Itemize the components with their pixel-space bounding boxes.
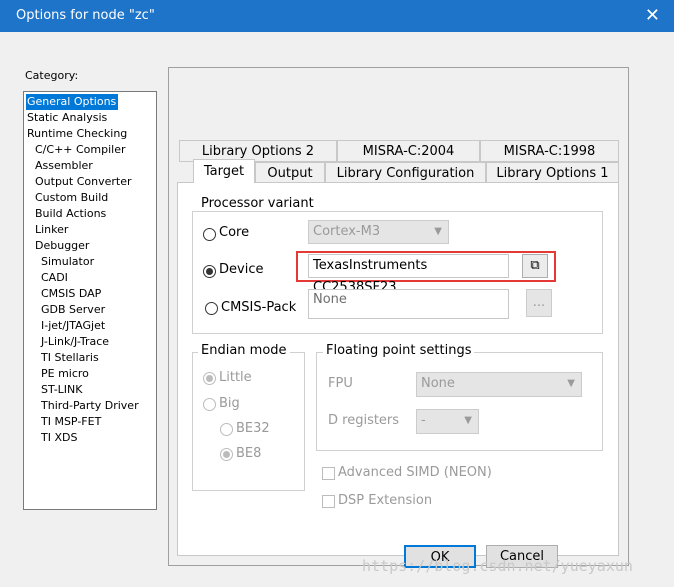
category-item[interactable]: Runtime Checking — [26, 126, 129, 142]
category-item[interactable]: Build Actions — [34, 206, 108, 222]
category-item[interactable]: General Options — [26, 94, 119, 110]
big-radio[interactable] — [203, 398, 216, 411]
category-item[interactable]: CMSIS DAP — [40, 286, 103, 302]
watermark: https://blog.csdn.net/yueyaxun — [362, 557, 633, 575]
cmsis-pack-value: None — [313, 292, 347, 307]
little-label: Little — [219, 370, 252, 385]
core-value: Cortex-M3 — [313, 224, 381, 239]
cmsis-pack-field[interactable]: None — [308, 289, 509, 319]
category-item[interactable]: C/C++ Compiler — [34, 142, 128, 158]
window-title: Options for node "zc" — [16, 8, 155, 23]
category-item[interactable]: CADI — [40, 270, 70, 286]
category-item[interactable]: GDB Server — [40, 302, 107, 318]
category-item[interactable]: Third-Party Driver — [40, 398, 141, 414]
floating-point-group — [316, 352, 603, 451]
d-registers-label: D registers — [328, 413, 400, 428]
be8-radio[interactable] — [220, 448, 233, 461]
category-item[interactable]: TI MSP-FET — [40, 414, 103, 430]
core-radio[interactable] — [203, 228, 216, 241]
category-item[interactable]: Static Analysis — [26, 110, 109, 126]
category-item[interactable]: I-jet/JTAGjet — [40, 318, 107, 334]
category-item[interactable]: Simulator — [40, 254, 96, 270]
category-item[interactable]: J-Link/J-Trace — [40, 334, 111, 350]
be32-radio[interactable] — [220, 423, 233, 436]
category-item[interactable]: TI XDS — [40, 430, 79, 446]
tab-library-options-1[interactable]: Library Options 1 — [486, 162, 619, 184]
dsp-extension-label: DSP Extension — [338, 493, 433, 508]
tab-label: Library Options 2 — [201, 144, 315, 159]
device-field[interactable]: TexasInstruments CC2538SF23 — [308, 254, 509, 295]
cmsis-pack-label: CMSIS-Pack — [221, 300, 297, 315]
category-label: Category: — [25, 69, 79, 82]
endian-mode-title: Endian mode — [198, 343, 290, 358]
category-item[interactable]: Output Converter — [34, 174, 134, 190]
category-item[interactable]: TI Stellaris — [40, 350, 101, 366]
category-item[interactable]: Linker — [34, 222, 70, 238]
chevron-down-icon: ▼ — [567, 378, 575, 389]
be8-label: BE8 — [236, 446, 262, 461]
device-browse-button[interactable]: ⧉ — [522, 254, 548, 278]
tab-label: Output — [267, 166, 313, 181]
tab-library-configuration[interactable]: Library Configuration — [325, 162, 486, 184]
device-select-icon: ⧉ — [530, 258, 540, 273]
big-label: Big — [219, 396, 240, 411]
title-bar: Options for node "zc" ✕ — [0, 0, 674, 32]
fpu-label: FPU — [328, 376, 353, 391]
tab-label: Library Options 1 — [496, 166, 609, 181]
tab-label: Target — [203, 164, 245, 179]
cmsis-pack-radio[interactable] — [205, 302, 218, 315]
d-registers-value: - — [421, 413, 426, 428]
device-radio[interactable] — [203, 265, 216, 278]
category-item[interactable]: Assembler — [34, 158, 95, 174]
tab-label: Library Configuration — [336, 166, 475, 181]
tab-label: MISRA-C:1998 — [503, 144, 596, 159]
category-item[interactable]: PE micro — [40, 366, 91, 382]
core-combo[interactable]: Cortex-M3 ▼ — [308, 220, 449, 244]
little-radio[interactable] — [203, 372, 216, 385]
advanced-simd-checkbox[interactable] — [322, 467, 335, 480]
dsp-extension-checkbox[interactable] — [322, 495, 335, 508]
category-item[interactable]: Custom Build — [34, 190, 110, 206]
core-label: Core — [219, 225, 250, 240]
chevron-down-icon: ▼ — [464, 415, 472, 426]
processor-variant-title: Processor variant — [198, 196, 317, 211]
device-label: Device — [219, 262, 264, 277]
chevron-down-icon: ▼ — [434, 226, 442, 237]
advanced-simd-label: Advanced SIMD (NEON) — [338, 465, 492, 480]
tab-output[interactable]: Output — [255, 162, 325, 184]
tab-misra-2004[interactable]: MISRA-C:2004 — [337, 140, 480, 162]
cmsis-browse-button[interactable]: ... — [526, 289, 552, 317]
d-registers-combo[interactable]: - ▼ — [416, 409, 479, 434]
tab-label: MISRA-C:2004 — [362, 144, 455, 159]
fpu-combo[interactable]: None ▼ — [416, 372, 582, 397]
category-item[interactable]: ST-LINK — [40, 382, 84, 398]
tab-misra-1998[interactable]: MISRA-C:1998 — [480, 140, 619, 162]
ellipsis-label: ... — [532, 295, 546, 310]
category-list[interactable]: General Options Static Analysis Runtime Ch… — [23, 91, 157, 510]
floating-point-title: Floating point settings — [323, 343, 475, 358]
category-item[interactable]: Debugger — [34, 238, 91, 254]
be32-label: BE32 — [236, 421, 270, 436]
fpu-value: None — [421, 376, 455, 391]
dialog-body: Category: General Options Static Analysis… — [0, 32, 674, 587]
close-icon[interactable]: ✕ — [645, 5, 660, 26]
tab-target[interactable]: Target — [193, 159, 255, 183]
